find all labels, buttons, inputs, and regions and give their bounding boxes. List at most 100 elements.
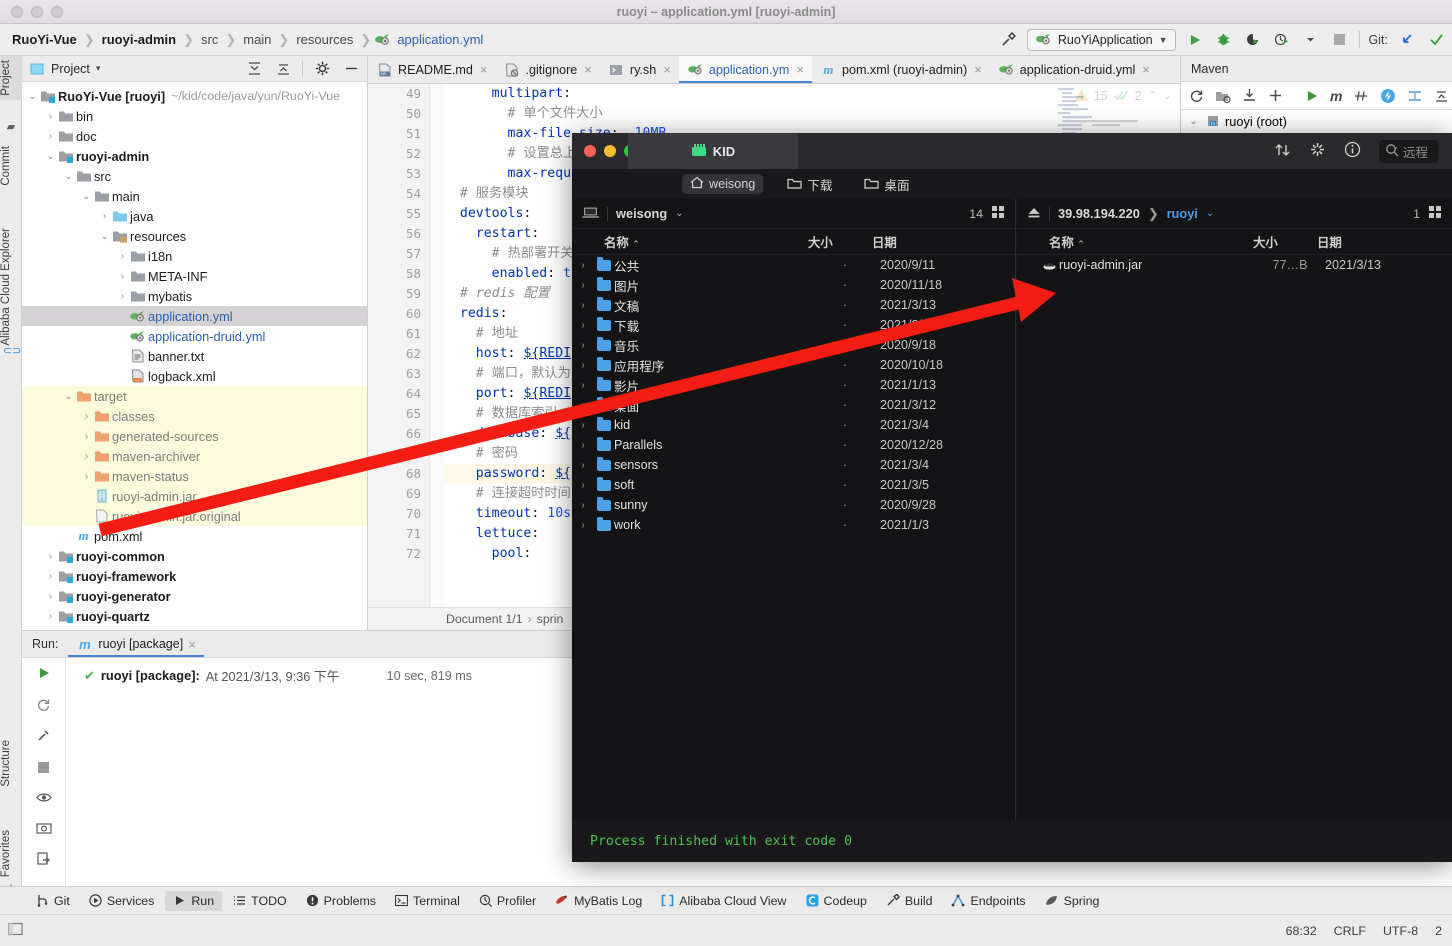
- kid-local-column-headers[interactable]: 名称 ⌃ 大小 日期: [572, 229, 1015, 255]
- chevron-right-icon[interactable]: ›: [572, 380, 594, 391]
- project-tree-node[interactable]: › ruoyi-quartz: [22, 606, 367, 626]
- chevron-down-icon[interactable]: ⌄: [26, 91, 39, 102]
- bottom-tab-build[interactable]: Build: [878, 891, 941, 911]
- kid-local-file-list[interactable]: › 公共 · 2020/9/11 › 图片 · 2020/11/18 › 文稿 · 2021/3/13…: [572, 255, 1015, 535]
- chevron-right-icon[interactable]: ›: [572, 480, 594, 491]
- file-encoding[interactable]: UTF-8: [1383, 924, 1418, 938]
- kid-toolbar[interactable]: 远程: [1274, 139, 1452, 163]
- chevron-right-icon[interactable]: ›: [44, 571, 57, 582]
- line-number[interactable]: 64: [368, 384, 429, 404]
- kid-search-box[interactable]: 远程: [1378, 139, 1438, 163]
- kid-remote-path-bar[interactable]: 39.98.194.220 ❯ ruoyi ⌄ 1: [1017, 199, 1452, 229]
- kid-file-row[interactable]: › 公共 · 2020/9/11: [572, 255, 1015, 275]
- kid-remote-pane[interactable]: 39.98.194.220 ❯ ruoyi ⌄ 1 名称 ⌃ 大小 日期 ruo…: [1017, 199, 1452, 862]
- transfer-icon[interactable]: [1274, 142, 1291, 161]
- line-number[interactable]: 70: [368, 504, 429, 524]
- line-number[interactable]: 53: [368, 164, 429, 184]
- chevron-right-icon[interactable]: ›: [572, 360, 594, 371]
- line-number[interactable]: 56: [368, 224, 429, 244]
- chevron-down-icon[interactable]: ⌄: [1187, 116, 1200, 127]
- project-tree-node[interactable]: ⌄ RuoYi-Vue [ruoyi] ~/kid/code/java/yun/Ru…: [22, 86, 367, 106]
- line-number[interactable]: 71: [368, 524, 429, 544]
- line-number[interactable]: 55: [368, 204, 429, 224]
- project-tree-node[interactable]: ruoyi-admin.jar.original: [22, 506, 367, 526]
- chevron-right-icon[interactable]: ›: [44, 591, 57, 602]
- project-tree-node[interactable]: › maven-status: [22, 466, 367, 486]
- run-with-coverage-icon[interactable]: [1243, 30, 1263, 50]
- line-number[interactable]: 67: [368, 444, 429, 464]
- chevron-right-icon[interactable]: ›: [98, 211, 111, 222]
- project-tree[interactable]: ⌄ RuoYi-Vue [ruoyi] ~/kid/code/java/yun/Ru…: [22, 82, 367, 630]
- project-tree-node[interactable]: ⌄ resources: [22, 226, 367, 246]
- eye-icon[interactable]: [35, 791, 52, 807]
- chevron-right-icon[interactable]: ›: [572, 420, 594, 431]
- reload-icon[interactable]: [1189, 86, 1204, 106]
- line-number[interactable]: 66: [368, 424, 429, 444]
- chevron-right-icon[interactable]: ›: [572, 260, 594, 271]
- close-icon[interactable]: ×: [974, 62, 982, 77]
- close-icon[interactable]: ×: [480, 62, 488, 77]
- line-number[interactable]: 60: [368, 304, 429, 324]
- project-tree-node[interactable]: › bin: [22, 106, 367, 126]
- kid-file-row[interactable]: › 桌面 · 2021/3/12: [572, 395, 1015, 415]
- close-icon[interactable]: ×: [1142, 62, 1150, 77]
- maven-toolbar[interactable]: m: [1181, 82, 1452, 110]
- project-tree-node[interactable]: › generated-sources: [22, 426, 367, 446]
- line-number[interactable]: 62: [368, 344, 429, 364]
- stop-icon[interactable]: [1330, 30, 1350, 50]
- chevron-right-icon[interactable]: ›: [80, 411, 93, 422]
- editor-tab[interactable]: ry.sh ×: [600, 56, 679, 83]
- column-size[interactable]: 大小: [1253, 233, 1317, 251]
- project-tree-node[interactable]: </> logback.xml: [22, 366, 367, 386]
- chevron-down-icon[interactable]: ▾: [96, 63, 101, 74]
- profile-icon[interactable]: [1272, 30, 1292, 50]
- project-tree-node[interactable]: ⌄ target: [22, 386, 367, 406]
- project-tree-node[interactable]: › ruoyi-generator: [22, 586, 367, 606]
- project-tree-node[interactable]: ⌄ main: [22, 186, 367, 206]
- view-toggle-icon[interactable]: [991, 205, 1005, 222]
- expand-all-icon[interactable]: [244, 59, 264, 79]
- hammer-icon[interactable]: [998, 30, 1018, 50]
- chevron-down-icon[interactable]: ⌄: [1206, 208, 1214, 219]
- plus-icon[interactable]: [1268, 86, 1283, 106]
- dropdown-caret-icon[interactable]: [1301, 30, 1321, 50]
- line-number[interactable]: 72: [368, 544, 429, 564]
- kid-shortcut-bar[interactable]: weisong 下载 桌面: [572, 169, 1452, 199]
- chevron-right-icon[interactable]: ›: [572, 520, 594, 531]
- kid-file-row[interactable]: › sensors · 2021/3/4: [572, 455, 1015, 475]
- run-icon[interactable]: [1305, 86, 1319, 106]
- chevron-right-icon[interactable]: ›: [80, 451, 93, 462]
- execute-icon[interactable]: [1380, 86, 1396, 106]
- sidebar-item-commit[interactable]: Commit: [0, 142, 22, 190]
- run-tab-ruoyi-package[interactable]: m ruoyi [package] ×: [68, 631, 205, 657]
- kid-file-row[interactable]: ruoyi-admin.jar 77…B 2021/3/13: [1017, 255, 1452, 275]
- project-tree-node[interactable]: › classes: [22, 406, 367, 426]
- chevron-right-icon[interactable]: ›: [80, 431, 93, 442]
- kid-file-row[interactable]: › kid · 2021/3/4: [572, 415, 1015, 435]
- bottom-tab-todo[interactable]: TODO: [225, 891, 295, 911]
- line-number[interactable]: 58: [368, 264, 429, 284]
- project-tree-node[interactable]: › i18n: [22, 246, 367, 266]
- column-name[interactable]: 名称 ⌃: [572, 233, 808, 251]
- info-icon[interactable]: [1344, 141, 1361, 161]
- chevron-down-icon[interactable]: ⌄: [98, 231, 111, 242]
- kid-local-path-bar[interactable]: weisong ⌄ 14: [572, 199, 1015, 229]
- breadcrumb-item-file[interactable]: application.yml: [393, 31, 487, 48]
- project-tree-node[interactable]: › mybatis: [22, 286, 367, 306]
- sidebar-item-alibaba-cloud-explorer[interactable]: Alibaba Cloud Explorer: [0, 224, 22, 350]
- shortcut-home[interactable]: weisong: [682, 174, 764, 194]
- breadcrumb-item-src[interactable]: src: [197, 31, 222, 48]
- run-configuration-selector[interactable]: RuoYiApplication ▼: [1026, 28, 1176, 51]
- project-tree-node[interactable]: ruoyi-admin.jar: [22, 486, 367, 506]
- close-icon[interactable]: ×: [796, 62, 804, 77]
- kid-tab[interactable]: KID: [628, 133, 798, 169]
- bottom-tab-services[interactable]: Services: [81, 891, 163, 911]
- kid-file-row[interactable]: › soft · 2021/3/5: [572, 475, 1015, 495]
- chevron-right-icon[interactable]: ›: [572, 400, 594, 411]
- chevron-right-icon[interactable]: ›: [572, 280, 594, 291]
- bottom-tab-mybatis-log[interactable]: MyBatis Log: [547, 891, 650, 911]
- line-number[interactable]: 69: [368, 484, 429, 504]
- kid-file-row[interactable]: › work · 2021/1/3: [572, 515, 1015, 535]
- git-commit-icon[interactable]: [1426, 30, 1446, 50]
- line-number[interactable]: 50: [368, 104, 429, 124]
